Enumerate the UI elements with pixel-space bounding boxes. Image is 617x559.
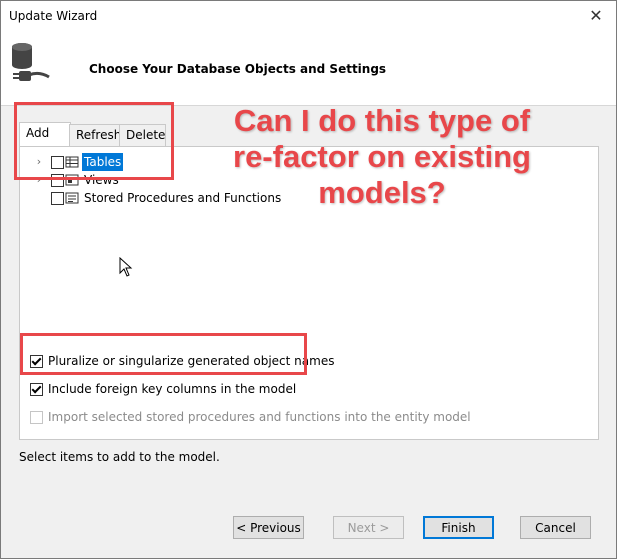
annotation-box-tabs: [14, 102, 174, 180]
cancel-button[interactable]: Cancel: [520, 516, 591, 539]
foreign-key-label: Include foreign key columns in the model: [48, 382, 297, 396]
import-stored-procedures-label: Import selected stored procedures and fu…: [48, 410, 471, 424]
update-wizard-window: Update Wizard ✕ Choose Your Database Obj…: [0, 0, 617, 559]
wizard-header: Choose Your Database Objects and Setting…: [1, 33, 616, 106]
window-title: Update Wizard: [9, 9, 98, 23]
next-button-label: Next >: [347, 521, 390, 535]
finish-button-label: Finish: [441, 521, 476, 535]
previous-button[interactable]: < Previous: [233, 516, 304, 539]
foreign-key-option[interactable]: Include foreign key columns in the model: [30, 380, 330, 398]
close-icon[interactable]: ✕: [584, 5, 608, 27]
page-title: Choose Your Database Objects and Setting…: [89, 62, 387, 76]
database-plug-icon: [12, 43, 50, 81]
next-button: Next >: [333, 516, 404, 539]
mouse-cursor-icon: [119, 257, 133, 277]
annotation-text: Can I do this type of re-factor on exist…: [233, 103, 531, 210]
status-text: Select items to add to the model.: [19, 450, 220, 464]
cancel-button-label: Cancel: [535, 521, 576, 535]
foreign-key-checkbox[interactable]: [30, 383, 43, 396]
annotation-box-pluralize: [20, 333, 307, 375]
title-bar: Update Wizard ✕: [1, 1, 616, 33]
import-stored-procedures-checkbox: [30, 411, 43, 424]
previous-button-label: < Previous: [236, 521, 301, 535]
finish-button[interactable]: Finish: [423, 516, 494, 539]
stored-procedure-icon: [65, 192, 79, 204]
stored-procedures-checkbox[interactable]: [51, 192, 64, 205]
import-stored-procedures-option: Import selected stored procedures and fu…: [30, 408, 471, 426]
